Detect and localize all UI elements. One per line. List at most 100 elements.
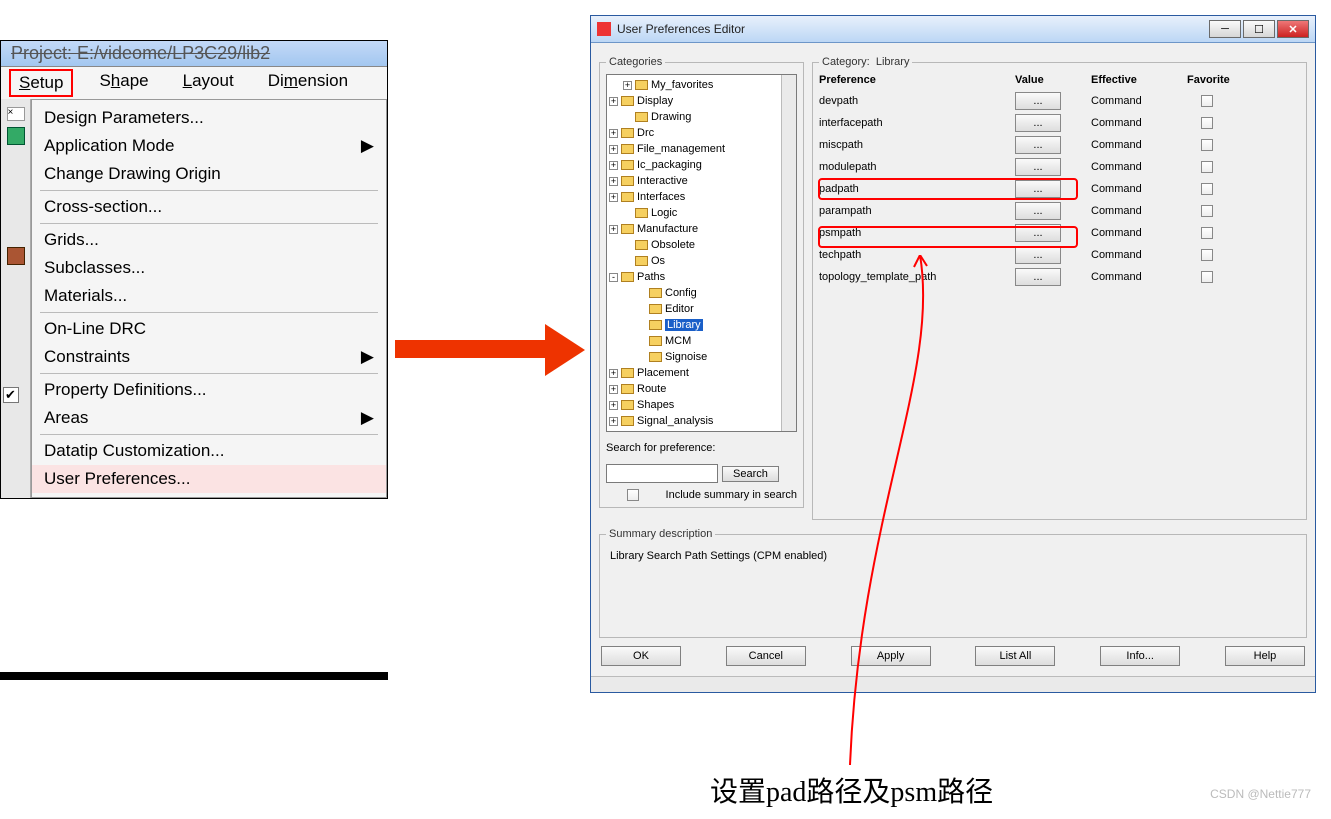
value-button-interfacepath[interactable]: ... <box>1015 114 1061 132</box>
expand-icon[interactable]: + <box>609 97 618 106</box>
tree-item-signal_analysis[interactable]: +Signal_analysis <box>609 413 794 429</box>
tree-item-drawing[interactable]: Drawing <box>609 109 794 125</box>
value-button-modulepath[interactable]: ... <box>1015 158 1061 176</box>
tree-item-label: Obsolete <box>651 239 695 251</box>
apply-button[interactable]: Apply <box>851 646 931 666</box>
pref-name-modulepath: modulepath <box>819 156 1009 178</box>
favorite-checkbox-interfacepath[interactable] <box>1201 117 1213 129</box>
tree-item-ic_packaging[interactable]: +Ic_packaging <box>609 157 794 173</box>
window-minimize-button[interactable]: ─ <box>1209 20 1241 38</box>
menuitem-cross-section[interactable]: Cross-section... <box>32 193 386 221</box>
tree-item-shapes[interactable]: +Shapes <box>609 397 794 413</box>
online-drc-checkbox[interactable]: ✔ <box>3 387 19 403</box>
tree-item-editor[interactable]: Editor <box>609 301 794 317</box>
favorite-checkbox-parampath[interactable] <box>1201 205 1213 217</box>
tree-item-my_favorites[interactable]: +My_favorites <box>609 77 794 93</box>
tree-scrollbar[interactable] <box>781 75 796 431</box>
tree-item-config[interactable]: Config <box>609 285 794 301</box>
folder-icon <box>621 384 634 394</box>
favorite-checkbox-modulepath[interactable] <box>1201 161 1213 173</box>
favorite-checkbox-padpath[interactable] <box>1201 183 1213 195</box>
expand-icon[interactable]: + <box>609 401 618 410</box>
tree-item-manufacture[interactable]: +Manufacture <box>609 221 794 237</box>
menuitem-design-parameters[interactable]: Design Parameters... <box>32 104 386 132</box>
value-button-techpath[interactable]: ... <box>1015 246 1061 264</box>
header-effective: Effective <box>1091 74 1181 90</box>
effective-interfacepath: Command <box>1091 112 1181 134</box>
expand-icon[interactable]: + <box>609 369 618 378</box>
include-summary-checkbox[interactable] <box>627 489 639 501</box>
menuitem-grids[interactable]: Grids... <box>32 226 386 254</box>
window-maximize-button[interactable]: ☐ <box>1243 20 1275 38</box>
menuitem-property-definitions[interactable]: Property Definitions... <box>32 376 386 404</box>
favorite-checkbox-topology_template_path[interactable] <box>1201 271 1213 283</box>
tree-item-os[interactable]: Os <box>609 253 794 269</box>
categories-tree[interactable]: +My_favorites+DisplayDrawing+Drc+File_ma… <box>606 74 797 432</box>
favorite-checkbox-techpath[interactable] <box>1201 249 1213 261</box>
menuitem-datatip[interactable]: Datatip Customization... <box>32 437 386 465</box>
header-preference: Preference <box>819 74 1009 90</box>
header-value: Value <box>1015 74 1085 90</box>
help-button[interactable]: Help <box>1225 646 1305 666</box>
tree-item-drc[interactable]: +Drc <box>609 125 794 141</box>
menu-setup[interactable]: Setup <box>9 69 73 97</box>
menu-layout[interactable]: Layout <box>175 69 242 97</box>
favorite-checkbox-miscpath[interactable] <box>1201 139 1213 151</box>
window-close-button[interactable]: ✕ <box>1277 20 1309 38</box>
menu-shape[interactable]: Shape <box>91 69 156 97</box>
info-button[interactable]: Info... <box>1100 646 1180 666</box>
tree-item-paths[interactable]: -Paths <box>609 269 794 285</box>
favorite-checkbox-psmpath[interactable] <box>1201 227 1213 239</box>
cancel-button[interactable]: Cancel <box>726 646 806 666</box>
menuitem-constraints[interactable]: Constraints▶ <box>32 343 386 371</box>
tree-item-mcm[interactable]: MCM <box>609 333 794 349</box>
close-icon[interactable]: × <box>7 107 25 121</box>
effective-parampath: Command <box>1091 200 1181 222</box>
tree-item-signoise[interactable]: Signoise <box>609 349 794 365</box>
expand-icon[interactable]: - <box>609 273 618 282</box>
listall-button[interactable]: List All <box>975 646 1055 666</box>
tree-item-logic[interactable]: Logic <box>609 205 794 221</box>
summary-fieldset: Summary description Library Search Path … <box>599 528 1307 638</box>
tree-item-display[interactable]: +Display <box>609 93 794 109</box>
tree-item-interactive[interactable]: +Interactive <box>609 173 794 189</box>
favorite-checkbox-devpath[interactable] <box>1201 95 1213 107</box>
expand-icon[interactable]: + <box>609 193 618 202</box>
menuitem-online-drc[interactable]: On-Line DRC <box>32 315 386 343</box>
tree-item-interfaces[interactable]: +Interfaces <box>609 189 794 205</box>
tree-item-route[interactable]: +Route <box>609 381 794 397</box>
menuitem-change-drawing-origin[interactable]: Change Drawing Origin <box>32 160 386 188</box>
effective-miscpath: Command <box>1091 134 1181 156</box>
expand-icon[interactable]: + <box>609 225 618 234</box>
value-button-devpath[interactable]: ... <box>1015 92 1061 110</box>
menuitem-subclasses[interactable]: Subclasses... <box>32 254 386 282</box>
value-button-miscpath[interactable]: ... <box>1015 136 1061 154</box>
tree-item-library[interactable]: Library <box>609 317 794 333</box>
setup-dropdown: Design Parameters... Application Mode▶ C… <box>31 99 387 498</box>
value-button-parampath[interactable]: ... <box>1015 202 1061 220</box>
expand-icon[interactable]: + <box>609 129 618 138</box>
expand-icon[interactable]: + <box>609 177 618 186</box>
expand-icon[interactable]: + <box>609 145 618 154</box>
tree-item-file_management[interactable]: +File_management <box>609 141 794 157</box>
expand-icon[interactable]: + <box>609 385 618 394</box>
tree-item-obsolete[interactable]: Obsolete <box>609 237 794 253</box>
dlg-hscrollbar[interactable] <box>591 676 1315 692</box>
expand-icon[interactable]: + <box>609 161 618 170</box>
ok-button[interactable]: OK <box>601 646 681 666</box>
search-button[interactable]: Search <box>722 466 779 482</box>
menu-dimension[interactable]: Dimension <box>260 69 356 97</box>
menuitem-areas[interactable]: Areas▶ <box>32 404 386 432</box>
expand-icon[interactable]: + <box>609 417 618 426</box>
menuitem-user-preferences[interactable]: User Preferences... <box>32 465 386 493</box>
value-button-topology_template_path[interactable]: ... <box>1015 268 1061 286</box>
expand-icon[interactable]: + <box>623 81 632 90</box>
tool-icon-2[interactable] <box>7 247 25 265</box>
tool-icon-1[interactable] <box>7 127 25 145</box>
folder-icon <box>621 368 634 378</box>
search-input[interactable] <box>606 464 718 483</box>
tree-item-placement[interactable]: +Placement <box>609 365 794 381</box>
menuitem-materials[interactable]: Materials... <box>32 282 386 310</box>
menuitem-application-mode[interactable]: Application Mode▶ <box>32 132 386 160</box>
effective-psmpath: Command <box>1091 222 1181 244</box>
